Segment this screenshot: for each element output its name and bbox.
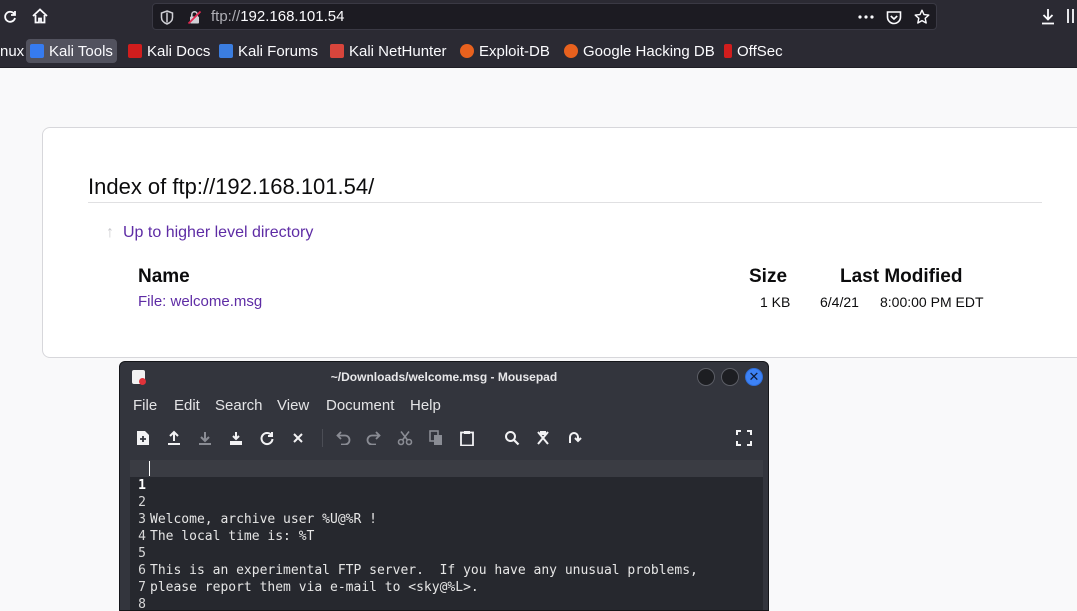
paste-icon[interactable]	[457, 428, 477, 448]
toolbar-separator	[322, 429, 323, 447]
line-number: 8	[138, 597, 146, 611]
find-replace-icon[interactable]	[533, 428, 553, 448]
editor-toolbar	[120, 426, 768, 452]
home-icon[interactable]	[30, 6, 50, 26]
window-titlebar[interactable]: ~/Downloads/welcome.msg - Mousepad ✕	[120, 362, 768, 392]
shield-icon[interactable]	[159, 9, 175, 25]
library-icon[interactable]	[1066, 6, 1077, 26]
redo-icon[interactable]	[363, 428, 383, 448]
file-link-welcome-msg[interactable]: File: welcome.msg	[138, 293, 262, 310]
close-button[interactable]: ✕	[745, 368, 763, 386]
bookmark-label: Google Hacking DB	[583, 42, 715, 60]
fullscreen-icon[interactable]	[734, 428, 754, 448]
ghdb-icon	[564, 44, 578, 58]
up-directory-link[interactable]: ↑ Up to higher level directory	[106, 224, 313, 242]
kali-docs-icon	[128, 44, 142, 58]
bookmark-kali-tools[interactable]: Kali Tools	[26, 39, 117, 63]
up-arrow-icon: ↑	[106, 224, 114, 241]
bookmark-google-hacking-db[interactable]: Google Hacking DB	[560, 39, 719, 63]
kali-forums-icon	[219, 44, 233, 58]
editor-line: 8	[130, 579, 763, 610]
copy-icon[interactable]	[426, 428, 446, 448]
open-file-icon[interactable]	[164, 428, 184, 448]
save-as-icon[interactable]	[226, 428, 246, 448]
column-header-size[interactable]: Size	[749, 266, 787, 288]
bookmark-offsec[interactable]: OffSec	[720, 39, 787, 63]
bookmark-star-icon[interactable]	[914, 9, 930, 25]
bookmark-label: Kali NetHunter	[349, 42, 447, 60]
close-icon: ✕	[748, 369, 760, 385]
bookmark-label: Kali Docs	[147, 42, 211, 60]
pocket-icon[interactable]	[886, 9, 902, 25]
url-bar[interactable]: ftp://192.168.101.54	[152, 3, 937, 30]
column-header-last-modified[interactable]: Last Modified	[840, 266, 962, 288]
up-link-label: Up to higher level directory	[123, 224, 314, 241]
menu-document[interactable]: Document	[326, 397, 394, 414]
menu-file[interactable]: File	[133, 397, 157, 414]
editor-line: 4	[130, 511, 763, 544]
browser-toolbar: ftp://192.168.101.54	[0, 0, 1077, 34]
title-divider	[88, 202, 1042, 203]
go-to-line-icon[interactable]	[564, 428, 584, 448]
kali-dragon-icon	[30, 44, 44, 58]
editor-line: 6 please report them via e-mail to <sky@…	[130, 545, 763, 595]
bookmarks-toolbar: nux Kali Tools Kali Docs Kali Forums Kal…	[0, 34, 1077, 68]
bookmark-label: OffSec	[737, 42, 783, 60]
downloads-icon[interactable]	[1038, 6, 1058, 26]
directory-listing: Index of ftp://192.168.101.54/ ↑ Up to h…	[42, 127, 1077, 358]
editor-line: 2	[130, 477, 763, 510]
file-date: 6/4/21	[820, 294, 859, 310]
more-actions-icon[interactable]	[858, 9, 874, 25]
menu-bar: File Edit Search View Document Help	[120, 394, 768, 418]
insecure-lock-icon[interactable]	[186, 9, 202, 25]
bookmark-kali-docs[interactable]: Kali Docs	[124, 39, 214, 63]
bookmark-linux[interactable]: nux	[0, 39, 28, 63]
new-document-icon[interactable]	[133, 428, 153, 448]
bookmark-label: Kali Forums	[238, 42, 319, 60]
editor-line: 1 Welcome, archive user %U@%R !	[130, 460, 763, 527]
offsec-icon	[724, 44, 732, 58]
close-document-icon[interactable]	[288, 428, 308, 448]
nethunter-icon	[330, 44, 344, 58]
minimize-button[interactable]	[697, 368, 715, 386]
text-caret	[149, 461, 150, 476]
undo-icon[interactable]	[334, 428, 354, 448]
save-icon[interactable]	[195, 428, 215, 448]
url-scheme: ftp://	[211, 8, 241, 25]
url-host: 192.168.101.54	[240, 8, 345, 25]
editor-line: 7	[130, 562, 763, 595]
menu-search[interactable]: Search	[215, 397, 263, 414]
page-title: Index of ftp://192.168.101.54/	[88, 174, 375, 199]
editor-line: 5 This is an experimental FTP server. If…	[130, 528, 763, 578]
file-time: 8:00:00 PM EDT	[880, 294, 984, 310]
mousepad-window: ~/Downloads/welcome.msg - Mousepad ✕ Fil…	[119, 361, 769, 611]
bookmark-kali-forums[interactable]: Kali Forums	[215, 39, 322, 63]
find-icon[interactable]	[502, 428, 522, 448]
file-size: 1 KB	[760, 294, 791, 310]
reload-icon[interactable]	[0, 6, 20, 26]
text-editor[interactable]: 1 Welcome, archive user %U@%R ! 2 3 The …	[130, 460, 763, 610]
window-title: ~/Downloads/welcome.msg - Mousepad	[330, 370, 558, 384]
bookmark-exploit-db[interactable]: Exploit-DB	[456, 39, 554, 63]
bookmark-label: nux	[0, 42, 25, 60]
menu-view[interactable]: View	[277, 397, 309, 414]
reload-document-icon[interactable]	[257, 428, 277, 448]
bookmark-kali-nethunter[interactable]: Kali NetHunter	[326, 39, 451, 63]
exploit-db-icon	[460, 44, 474, 58]
menu-edit[interactable]: Edit	[174, 397, 200, 414]
menu-help[interactable]: Help	[410, 397, 441, 414]
editor-line: 3 The local time is: %T	[130, 494, 763, 544]
maximize-button[interactable]	[721, 368, 739, 386]
column-header-name[interactable]: Name	[138, 266, 190, 288]
cut-icon[interactable]	[395, 428, 415, 448]
url-text[interactable]: ftp://192.168.101.54	[211, 8, 344, 25]
bookmark-label: Kali Tools	[49, 42, 113, 60]
bookmark-label: Exploit-DB	[479, 42, 550, 60]
